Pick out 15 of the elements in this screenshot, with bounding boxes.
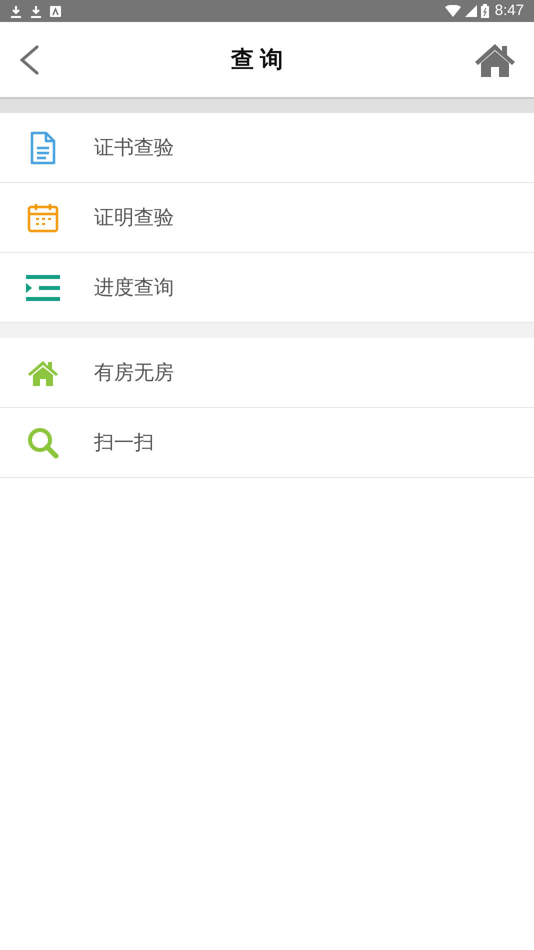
download-icon — [10, 4, 22, 18]
wifi-icon — [444, 5, 461, 17]
home-icon[interactable] — [474, 42, 516, 76]
house-icon — [27, 360, 59, 386]
status-time: 8:47 — [494, 0, 524, 21]
calendar-icon — [27, 202, 59, 232]
list-icon — [26, 274, 60, 300]
battery-icon — [480, 4, 489, 18]
page-title: 查 询 — [230, 45, 284, 74]
search-icon — [27, 426, 59, 458]
back-icon[interactable] — [18, 44, 40, 74]
signal-icon — [464, 5, 477, 17]
document-icon — [30, 130, 56, 164]
download-icon — [30, 4, 42, 18]
notification-icon — [50, 6, 61, 16]
